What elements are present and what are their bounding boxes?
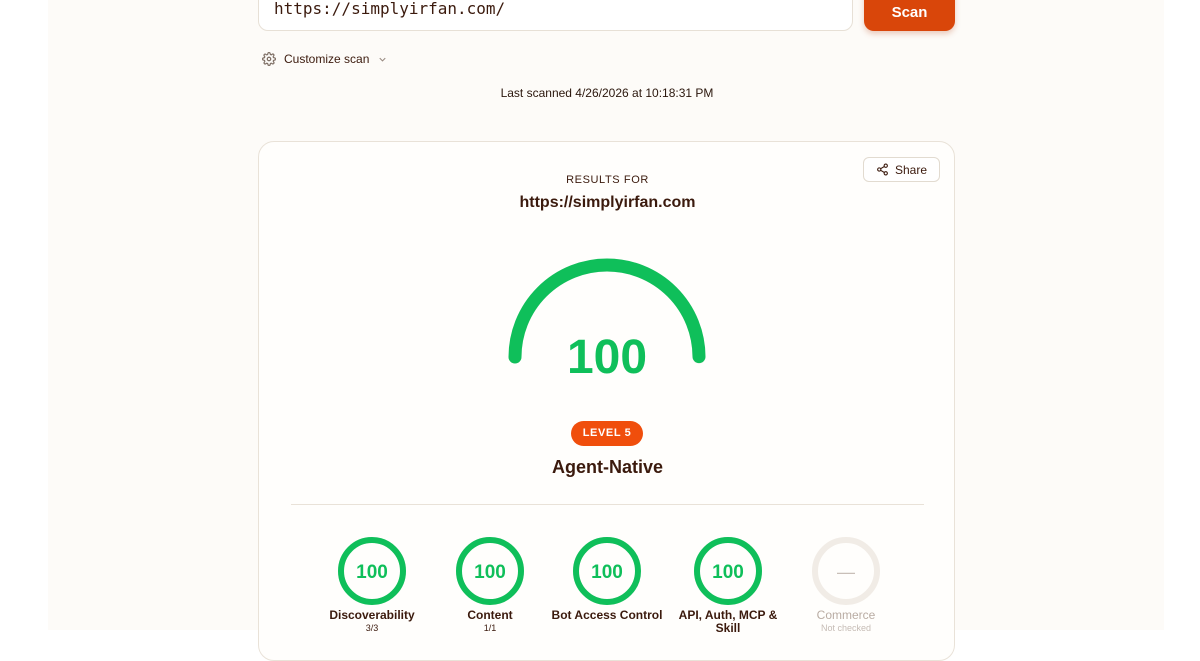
category-api-auth-mcp-skill: 100 API, Auth, MCP & Skill <box>668 536 788 635</box>
results-card: Share RESULTS FOR https://simplyirfan.co… <box>258 141 955 661</box>
category-name: Bot Access Control <box>551 608 663 622</box>
category-name: Discoverability <box>329 608 415 622</box>
category-score-ring: 100 <box>338 537 406 605</box>
overall-score: 100 <box>566 331 648 384</box>
category-detail: Not checked <box>820 623 872 633</box>
category-discoverability: 100 Discoverability 3/3 <box>312 536 432 634</box>
scan-button[interactable]: Scan <box>864 0 955 31</box>
gear-icon <box>262 52 276 66</box>
customize-scan-label: Customize scan <box>284 52 370 66</box>
url-input[interactable]: https://simplyirfan.com/ <box>258 0 853 31</box>
category-content: 100 Content 1/1 <box>430 536 550 634</box>
category-score-ring: 100 <box>573 537 641 605</box>
category-score-ring: 100 <box>694 537 762 605</box>
chevron-down-icon <box>379 57 387 62</box>
category-score: 100 <box>591 562 623 583</box>
category-bot-access-control: 100 Bot Access Control <box>547 536 667 622</box>
last-scanned-text: Last scanned 4/26/2026 at 10:18:31 PM <box>500 86 714 100</box>
divider <box>291 504 924 505</box>
category-score-ring: 100 <box>456 537 524 605</box>
category-name: Content <box>467 608 513 622</box>
category-detail: 3/3 <box>365 623 379 633</box>
category-commerce: — Commerce Not checked <box>786 536 906 634</box>
category-name: API, Auth, MCP & Skill <box>678 608 778 635</box>
results-url: https://simplyirfan.com <box>519 194 696 211</box>
category-name: Commerce <box>816 608 876 622</box>
level-badge: LEVEL 5 <box>571 421 643 446</box>
category-score-ring: — <box>812 537 880 605</box>
customize-scan-toggle[interactable]: Customize scan <box>262 50 388 68</box>
category-score: 100 <box>356 562 388 583</box>
category-score: — <box>837 562 855 582</box>
category-score: 100 <box>712 562 744 583</box>
category-score: 100 <box>474 562 506 583</box>
category-detail: 1/1 <box>483 623 497 633</box>
results-heading: RESULTS FOR <box>566 174 649 186</box>
level-name: Agent-Native <box>551 457 663 477</box>
